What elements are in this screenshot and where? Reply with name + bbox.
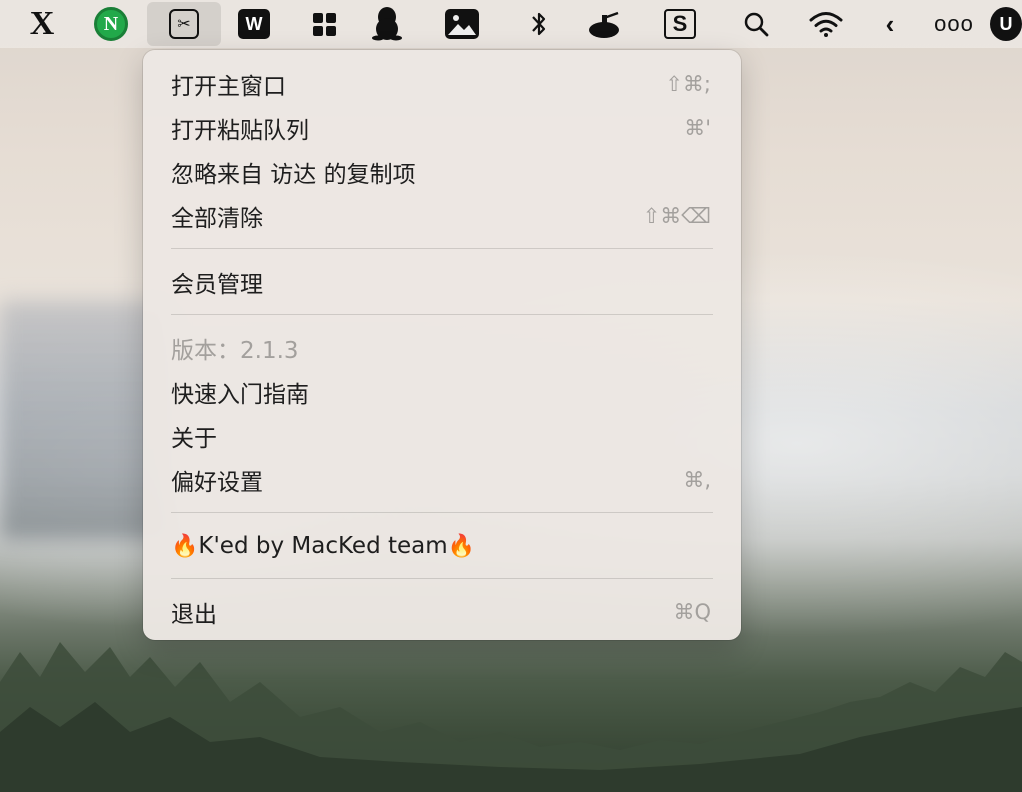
grid-app-icon[interactable] bbox=[294, 0, 354, 48]
clipboard-app-icon[interactable]: ✂ bbox=[147, 2, 221, 46]
menu-item-open-paste-queue[interactable]: 打开粘贴队列 ⌘' bbox=[143, 106, 741, 150]
menu-item-label: 全部清除 bbox=[171, 206, 263, 232]
menu-item-shortcut: ⇧⌘; bbox=[665, 72, 711, 96]
menu-separator bbox=[171, 314, 713, 315]
menu-item-label: 🔥K'ed by MacKed team🔥 bbox=[171, 533, 711, 559]
menu-item-label: 会员管理 bbox=[171, 272, 263, 298]
menu-item-quit[interactable]: 退出 ⌘Q bbox=[143, 590, 741, 634]
x-app-icon[interactable]: X bbox=[12, 0, 72, 48]
menu-item-ked-by-macked[interactable]: 🔥K'ed by MacKed team🔥 bbox=[143, 524, 741, 568]
menu-separator bbox=[171, 512, 713, 513]
bluetooth-icon[interactable] bbox=[509, 0, 569, 48]
menu-item-label: 关于 bbox=[171, 426, 217, 452]
qq-penguin-icon[interactable] bbox=[357, 0, 417, 48]
more-dots-icon[interactable]: ooo bbox=[924, 0, 984, 48]
menu-item-quick-start-guide[interactable]: 快速入门指南 bbox=[143, 370, 741, 414]
user-app-icon[interactable]: U bbox=[990, 0, 1022, 48]
menu-item-about[interactable]: 关于 bbox=[143, 414, 741, 458]
menu-separator bbox=[171, 248, 713, 249]
tank-app-icon[interactable] bbox=[574, 0, 634, 48]
menu-item-label: 打开主窗口 bbox=[171, 74, 286, 100]
fire-icon: 🔥 bbox=[171, 534, 199, 559]
search-icon[interactable] bbox=[726, 0, 786, 48]
menu-item-label: 打开粘贴队列 bbox=[171, 118, 309, 144]
wps-office-icon[interactable]: W bbox=[224, 0, 284, 48]
menu-item-shortcut: ⌘' bbox=[684, 116, 711, 140]
menu-item-clear-all[interactable]: 全部清除 ⇧⌘⌫ bbox=[143, 194, 741, 238]
chevron-left-icon[interactable]: ‹ bbox=[860, 0, 920, 48]
menu-item-shortcut: ⌘Q bbox=[673, 600, 711, 624]
menu-bar: X N ✂ W S ‹ ooo U bbox=[0, 0, 1022, 48]
fire-icon: 🔥 bbox=[447, 534, 476, 559]
menu-item-ignore-finder-copies[interactable]: 忽略来自 访达 的复制项 bbox=[143, 150, 741, 194]
menu-item-shortcut: ⌘, bbox=[683, 468, 711, 492]
menu-separator bbox=[171, 578, 713, 579]
menu-item-label: 偏好设置 bbox=[171, 470, 263, 496]
wallpaper-forest bbox=[0, 642, 1022, 792]
s-app-icon[interactable]: S bbox=[650, 0, 710, 48]
photo-app-icon[interactable] bbox=[432, 0, 492, 48]
n-app-icon[interactable]: N bbox=[81, 0, 141, 48]
menu-item-label: 忽略来自 访达 的复制项 bbox=[171, 162, 416, 188]
menu-item-version: 版本：2.1.3 bbox=[143, 326, 741, 370]
status-bar-dropdown-menu: 打开主窗口 ⇧⌘; 打开粘贴队列 ⌘' 忽略来自 访达 的复制项 全部清除 ⇧⌘… bbox=[143, 50, 741, 640]
menu-item-label: 退出 bbox=[171, 602, 217, 628]
wifi-icon[interactable] bbox=[796, 0, 856, 48]
menu-item-label: 快速入门指南 bbox=[171, 382, 309, 408]
version-label: 版本：2.1.3 bbox=[171, 338, 299, 364]
menu-item-preferences[interactable]: 偏好设置 ⌘, bbox=[143, 458, 741, 502]
menu-item-open-main-window[interactable]: 打开主窗口 ⇧⌘; bbox=[143, 62, 741, 106]
credit-text: K'ed by MacKed team bbox=[198, 533, 448, 559]
menu-item-membership[interactable]: 会员管理 bbox=[143, 260, 741, 304]
menu-item-shortcut: ⇧⌘⌫ bbox=[642, 204, 711, 228]
